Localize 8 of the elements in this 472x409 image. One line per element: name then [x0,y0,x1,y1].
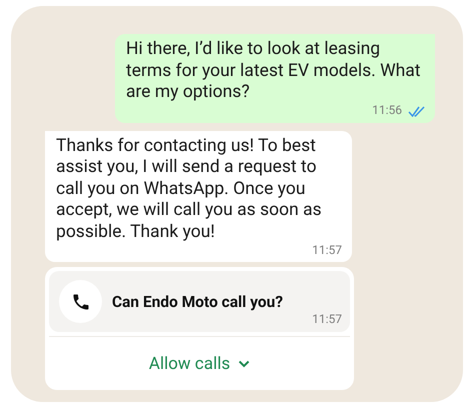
message-text: Hi there, I’d like to look at leasing terms for your latest EV models. What are my options? [126,39,422,104]
phone-icon [70,292,90,312]
call-request-text: Can Endo Moto call you? [112,292,283,310]
message-time: 11:57 [312,242,342,259]
message-time: 11:56 [372,102,402,120]
message-time: 11:57 [312,312,342,326]
chevron-down-icon [238,360,250,368]
message-text: Thanks for contacting us! To best assist you, I will send a request to call you on WhatsApp. Once you accept, we will call you as soon as possible. Thank you! [56,136,323,243]
